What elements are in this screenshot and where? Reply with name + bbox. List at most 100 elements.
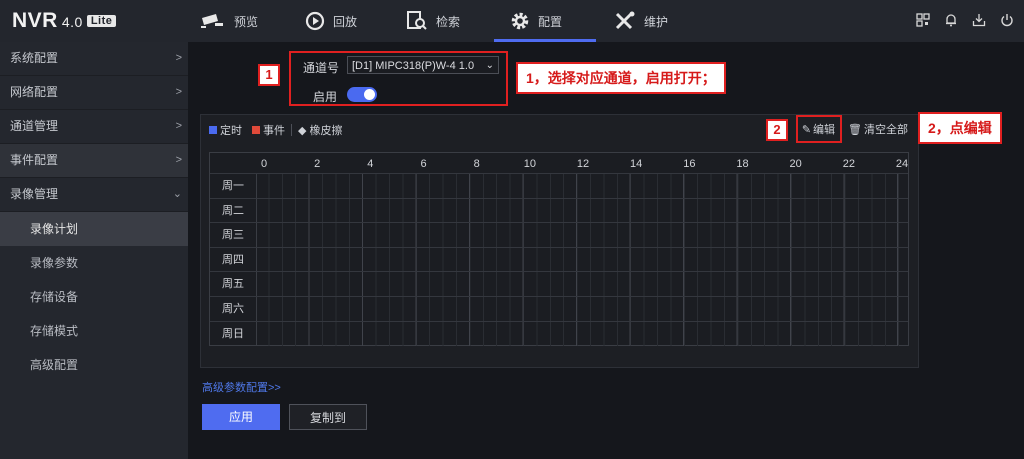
main-content: 通道号 [D1] MIPC318(P)W-4 1.0 ⌄ 启用 1 1，选择对应… (188, 42, 1024, 459)
schedule-cells[interactable] (256, 247, 908, 272)
hour-tick-label: 10 (523, 158, 536, 170)
schedule-cells[interactable] (256, 321, 908, 346)
hour-tick-label: 20 (789, 158, 802, 170)
app-version: 4.0 (61, 14, 83, 30)
eraser-icon: ◆ (298, 124, 307, 137)
annotation-callout-1: 1，选择对应通道，启用打开； (516, 62, 726, 94)
nav-config[interactable]: 配置 (493, 0, 597, 42)
nav-maintenance[interactable]: 维护 (614, 0, 668, 42)
schedule-row[interactable]: 周六 (210, 296, 908, 321)
schedule-cells[interactable] (256, 272, 908, 297)
hour-tick-label: 6 (420, 158, 427, 170)
schedule-cells[interactable] (256, 174, 908, 198)
sidebar-item-system[interactable]: 系统配置 > (0, 42, 188, 76)
bell-icon[interactable] (944, 13, 958, 27)
trash-icon: 🗑 (848, 123, 862, 136)
sidebar: 系统配置 > 网络配置 > 通道管理 > 事件配置 > 录像管理 ⌄ 录像计划 录像参数 … (0, 42, 188, 459)
hour-tick-label: 4 (367, 158, 374, 170)
schedule-row[interactable]: 周二 (210, 197, 908, 223)
nav-search-label: 检索 (436, 14, 461, 29)
annotation-box-2 (796, 115, 842, 143)
sidebar-subitem-record-schedule[interactable]: 录像计划 (0, 212, 188, 246)
hour-tick-label: 12 (576, 158, 590, 170)
sidebar-item-label: 通道管理 (10, 119, 59, 133)
event-color-swatch (252, 126, 260, 134)
nav-maintenance-label: 维护 (644, 14, 669, 29)
nav-preview[interactable]: 预览 (200, 0, 258, 42)
day-label: 周二 (210, 198, 257, 223)
schedule-legend: 定时 事件 ◆ 橡皮擦 (209, 122, 342, 138)
sidebar-item-label: 网络配置 (10, 85, 59, 99)
power-icon[interactable] (1000, 13, 1014, 27)
tools-icon (615, 11, 635, 30)
sidebar-subitem-advanced[interactable]: 高级配置 (0, 348, 188, 382)
day-label: 周日 (210, 321, 257, 346)
day-label: 周五 (210, 272, 257, 297)
play-icon (305, 11, 325, 31)
hour-tick-label: 24 (895, 158, 909, 170)
annotation-box-1 (289, 51, 508, 106)
day-label: 周一 (210, 174, 257, 198)
timed-color-swatch (209, 126, 217, 134)
legend-eraser[interactable]: 橡皮擦 (309, 122, 342, 138)
day-label: 周三 (210, 223, 257, 248)
apply-button[interactable]: 应用 (202, 404, 280, 430)
chevron-right-icon: > (175, 120, 182, 132)
advanced-settings-link[interactable]: 高级参数配置>> (202, 379, 281, 395)
sidebar-item-label: 事件配置 (10, 153, 59, 167)
sidebar-item-channel[interactable]: 通道管理 > (0, 110, 188, 144)
nav-preview-label: 预览 (234, 14, 259, 29)
schedule-cells[interactable] (256, 198, 908, 223)
hour-tick-label: 8 (473, 158, 480, 170)
search-file-icon (407, 11, 427, 30)
sidebar-subitem-storage-device[interactable]: 存储设备 (0, 280, 188, 314)
day-label: 周六 (210, 297, 257, 321)
annotation-badge-1: 1 (258, 64, 280, 86)
hour-tick-label: 18 (736, 158, 749, 170)
schedule-row[interactable]: 周五 (210, 271, 908, 297)
hour-tick-label: 22 (842, 158, 855, 170)
day-label: 周四 (210, 247, 257, 272)
schedule-cells[interactable] (256, 297, 908, 321)
schedule-row[interactable]: 周日 (210, 320, 908, 346)
legend-timed[interactable]: 定时 (220, 122, 242, 138)
sidebar-subitem-storage-mode[interactable]: 存储模式 (0, 314, 188, 348)
nav-search[interactable]: 检索 (406, 0, 460, 42)
copy-to-button[interactable]: 复制到 (289, 404, 367, 430)
top-icons (916, 13, 1014, 27)
nav-playback[interactable]: 回放 (305, 0, 357, 42)
schedule-grid[interactable]: 0 2 4 6 8 10 12 14 16 18 20 22 24 周一 周二 周三 周四 周五 周六 周日 (209, 152, 909, 346)
annotation-callout-2: 2，点编辑 (918, 112, 1002, 144)
qr-code-icon[interactable] (916, 13, 930, 27)
sidebar-item-event[interactable]: 事件配置 > (0, 144, 188, 178)
chevron-down-icon: ⌄ (172, 188, 182, 200)
schedule-cells[interactable] (256, 223, 908, 248)
top-bar: NVR 4.0 Lite 预览 回放 检索 配置 维护 (0, 0, 1024, 42)
hour-axis: 0 2 4 6 8 10 12 14 16 18 20 22 24 (210, 153, 908, 173)
divider (291, 124, 292, 136)
schedule-row[interactable]: 周三 (210, 222, 908, 248)
app-edition-badge: Lite (86, 15, 117, 27)
nav-config-label: 配置 (538, 14, 563, 29)
sidebar-item-label: 录像管理 (10, 187, 59, 201)
hour-tick-label: 0 (260, 158, 268, 170)
legend-event[interactable]: 事件 (263, 122, 285, 138)
chevron-right-icon: > (175, 154, 182, 166)
clear-all-label: 清空全部 (864, 124, 908, 136)
nav-playback-label: 回放 (333, 14, 358, 29)
sidebar-item-label: 系统配置 (10, 51, 59, 65)
schedule-row[interactable]: 周四 (210, 246, 908, 272)
sidebar-item-recording[interactable]: 录像管理 ⌄ (0, 178, 188, 212)
sidebar-subitem-record-params[interactable]: 录像参数 (0, 246, 188, 280)
chevron-right-icon: > (175, 86, 182, 98)
schedule-row[interactable]: 周一 (210, 173, 908, 198)
app-logo: NVR 4.0 Lite (12, 9, 117, 33)
camera-icon (201, 14, 223, 28)
hour-tick-label: 14 (630, 158, 643, 170)
hour-tick-label: 2 (314, 158, 321, 170)
clear-all-button[interactable]: 🗑 清空全部 (848, 121, 908, 137)
gear-icon (511, 12, 529, 30)
sidebar-item-network[interactable]: 网络配置 > (0, 76, 188, 110)
chevron-right-icon: > (175, 52, 182, 64)
download-icon[interactable] (972, 13, 986, 27)
